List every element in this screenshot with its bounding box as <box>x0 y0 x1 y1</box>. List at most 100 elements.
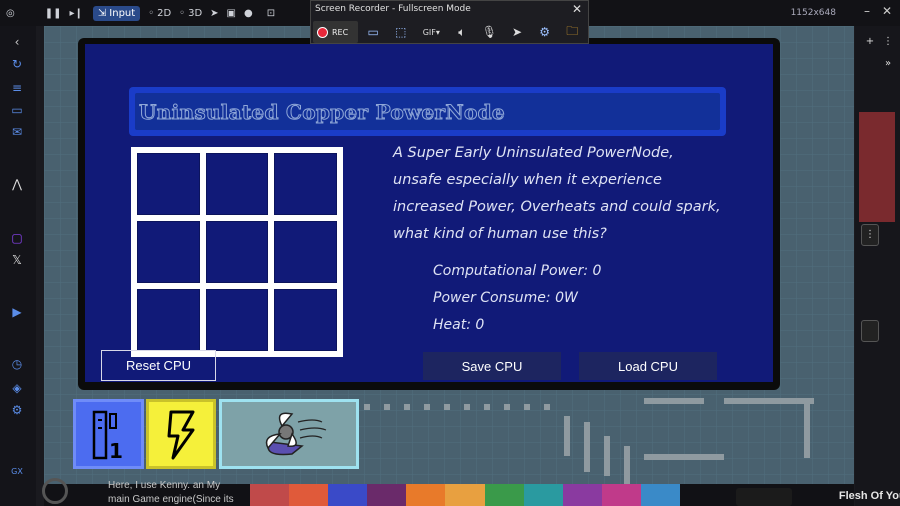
window-controls: – ✕ <box>864 4 892 18</box>
mode-3d-label: 3D <box>188 7 203 19</box>
cpu-slot[interactable] <box>274 153 337 215</box>
circuit-wire <box>444 404 450 410</box>
channel-avatar-icon[interactable] <box>42 478 68 504</box>
cpu-slot[interactable] <box>137 289 200 351</box>
right-menu-button[interactable]: ⋮ <box>861 224 879 246</box>
fullscreen-monitor-icon[interactable]: ▭ <box>360 21 386 43</box>
circuit-wire <box>504 404 510 410</box>
cpu-panel: Uninsulated Copper PowerNode A Super Ear… <box>78 38 780 390</box>
side-thumbnail <box>859 112 895 222</box>
monitor-icon[interactable]: ▭ <box>9 102 25 118</box>
screen-recorder-bar: Screen Recorder - Fullscreen Mode ✕ REC … <box>310 0 589 44</box>
hotbar-slot-fan[interactable] <box>219 399 359 469</box>
right-expand-icon[interactable]: » <box>879 54 897 76</box>
cpu-slot[interactable] <box>137 221 200 283</box>
circuit-wire <box>464 404 470 410</box>
feed-text: Here, I use Kenny. an My main Game engin… <box>108 479 258 506</box>
mail-icon[interactable]: ✉ <box>9 124 25 140</box>
thumbnail-logo <box>736 488 792 506</box>
input-icon: ⇲ <box>97 7 107 19</box>
cpu-slot[interactable] <box>274 221 337 283</box>
refresh-icon[interactable]: ↻ <box>9 56 25 72</box>
x-logo-icon[interactable]: 𝕏 <box>9 252 25 268</box>
select-icon[interactable]: ▣ <box>227 8 236 19</box>
bottom-feed-strip: Here, I use Kenny. an My main Game engin… <box>42 478 900 506</box>
hotbar-slot-cpu[interactable]: 1 <box>73 399 144 469</box>
cursor-capture-icon[interactable]: ➤ <box>504 21 530 43</box>
cpu-slot[interactable] <box>274 289 337 351</box>
recorder-settings-icon[interactable]: ⚙ <box>532 21 558 43</box>
feed-text-line1: Here, I use Kenny. an My <box>108 480 221 491</box>
mode-2d-button[interactable]: ◦ 2D <box>148 8 171 19</box>
right-add-icon[interactable]: + <box>861 32 879 54</box>
clock-icon[interactable]: ◷ <box>9 356 25 372</box>
feed-title: Flesh Of Your <box>838 490 900 502</box>
texture-tiles <box>250 484 681 506</box>
cpu-slot[interactable] <box>205 289 269 351</box>
texture-tile <box>406 484 446 506</box>
speaker-icon[interactable]: 🔈︎ <box>449 21 475 43</box>
computational-power-stat: Computational Power: 0 <box>433 263 602 279</box>
texture-tile <box>484 484 524 506</box>
power-consume-stat: Power Consume: 0W <box>433 290 578 306</box>
texture-tile <box>640 484 681 506</box>
right-side-button[interactable] <box>861 320 879 342</box>
tool-icon[interactable]: ⋀ <box>9 176 25 192</box>
feed-text-line2: main Game engine(Since its <box>108 494 234 505</box>
right-more-icon[interactable]: ⋮ <box>879 32 897 54</box>
pause-icon[interactable]: ❚❚ <box>45 8 62 19</box>
record-label: REC <box>332 27 349 37</box>
region-select-icon[interactable]: ⬚ <box>388 21 414 43</box>
recorder-title: Screen Recorder - Fullscreen Mode <box>315 4 471 14</box>
circuit-wire <box>364 404 370 410</box>
texture-tile <box>562 484 602 506</box>
grid-icon[interactable]: ⊡ <box>267 8 275 19</box>
twitch-icon[interactable]: ▢ <box>9 230 25 246</box>
cpu-slot[interactable] <box>137 153 200 215</box>
save-cpu-button[interactable]: Save CPU <box>423 352 561 380</box>
cube-icon[interactable]: ◈ <box>9 380 25 396</box>
circuit-wire <box>384 404 390 410</box>
camera-icon[interactable]: ● <box>244 8 253 19</box>
circuit-wire <box>644 454 724 460</box>
hotbar-slot-power[interactable] <box>146 399 216 469</box>
cpu-grid <box>131 147 343 357</box>
right-strip: + ⋮ » ⋮ <box>855 26 900 506</box>
input-toggle-button[interactable]: ⇲ Input <box>92 5 141 21</box>
circuit-wire <box>804 398 810 458</box>
layers-icon[interactable]: ≡ <box>9 80 25 96</box>
circuit-wire <box>564 416 570 456</box>
back-arrow-icon[interactable]: ‹ <box>9 34 25 50</box>
heat-stat: Heat: 0 <box>433 317 485 333</box>
gif-format-icon[interactable]: GIF▾ <box>416 21 448 43</box>
mode-2d-label: 2D <box>157 7 172 19</box>
input-label: Input <box>109 7 136 19</box>
viewport-dimensions: 1152x648 <box>790 8 836 18</box>
texture-tile <box>289 484 329 506</box>
cursor-icon[interactable]: ➤ <box>210 8 218 19</box>
cpu-slot[interactable] <box>205 153 269 215</box>
recorder-close-icon[interactable]: ✕ <box>572 2 582 16</box>
mode-3d-button[interactable]: ◦ 3D <box>179 8 202 19</box>
microphone-icon[interactable]: 🎙︎ <box>477 21 503 43</box>
circuit-wire <box>484 404 490 410</box>
record-button[interactable]: REC <box>313 21 359 43</box>
step-icon[interactable]: ▸❙ <box>70 8 83 19</box>
slot1-number: 1 <box>109 439 123 463</box>
play-icon[interactable]: ▶ <box>9 304 25 320</box>
load-cpu-button[interactable]: Load CPU <box>579 352 717 380</box>
minimize-icon[interactable]: – <box>864 4 870 18</box>
close-window-icon[interactable]: ✕ <box>882 4 892 18</box>
app-root: ◎ ❚❚ ▸❙ ⇲ Input ◦ 2D ◦ 3D ➤ ▣ ● ⊡ 1152x6… <box>0 0 900 506</box>
app-logo-icon: ◎ <box>6 7 15 19</box>
gx-icon[interactable]: GX <box>9 464 25 480</box>
texture-tile <box>445 484 485 506</box>
settings-icon[interactable]: ⚙ <box>9 402 25 418</box>
reset-cpu-button[interactable]: Reset CPU <box>101 350 216 381</box>
circuit-wire <box>584 422 590 472</box>
cpu-slot[interactable] <box>205 221 269 283</box>
title-frame: Uninsulated Copper PowerNode <box>129 87 726 136</box>
circuit-wire <box>544 404 550 410</box>
panel-title: Uninsulated Copper PowerNode <box>139 99 506 124</box>
open-folder-icon[interactable]: 🗀︎ <box>559 21 585 43</box>
